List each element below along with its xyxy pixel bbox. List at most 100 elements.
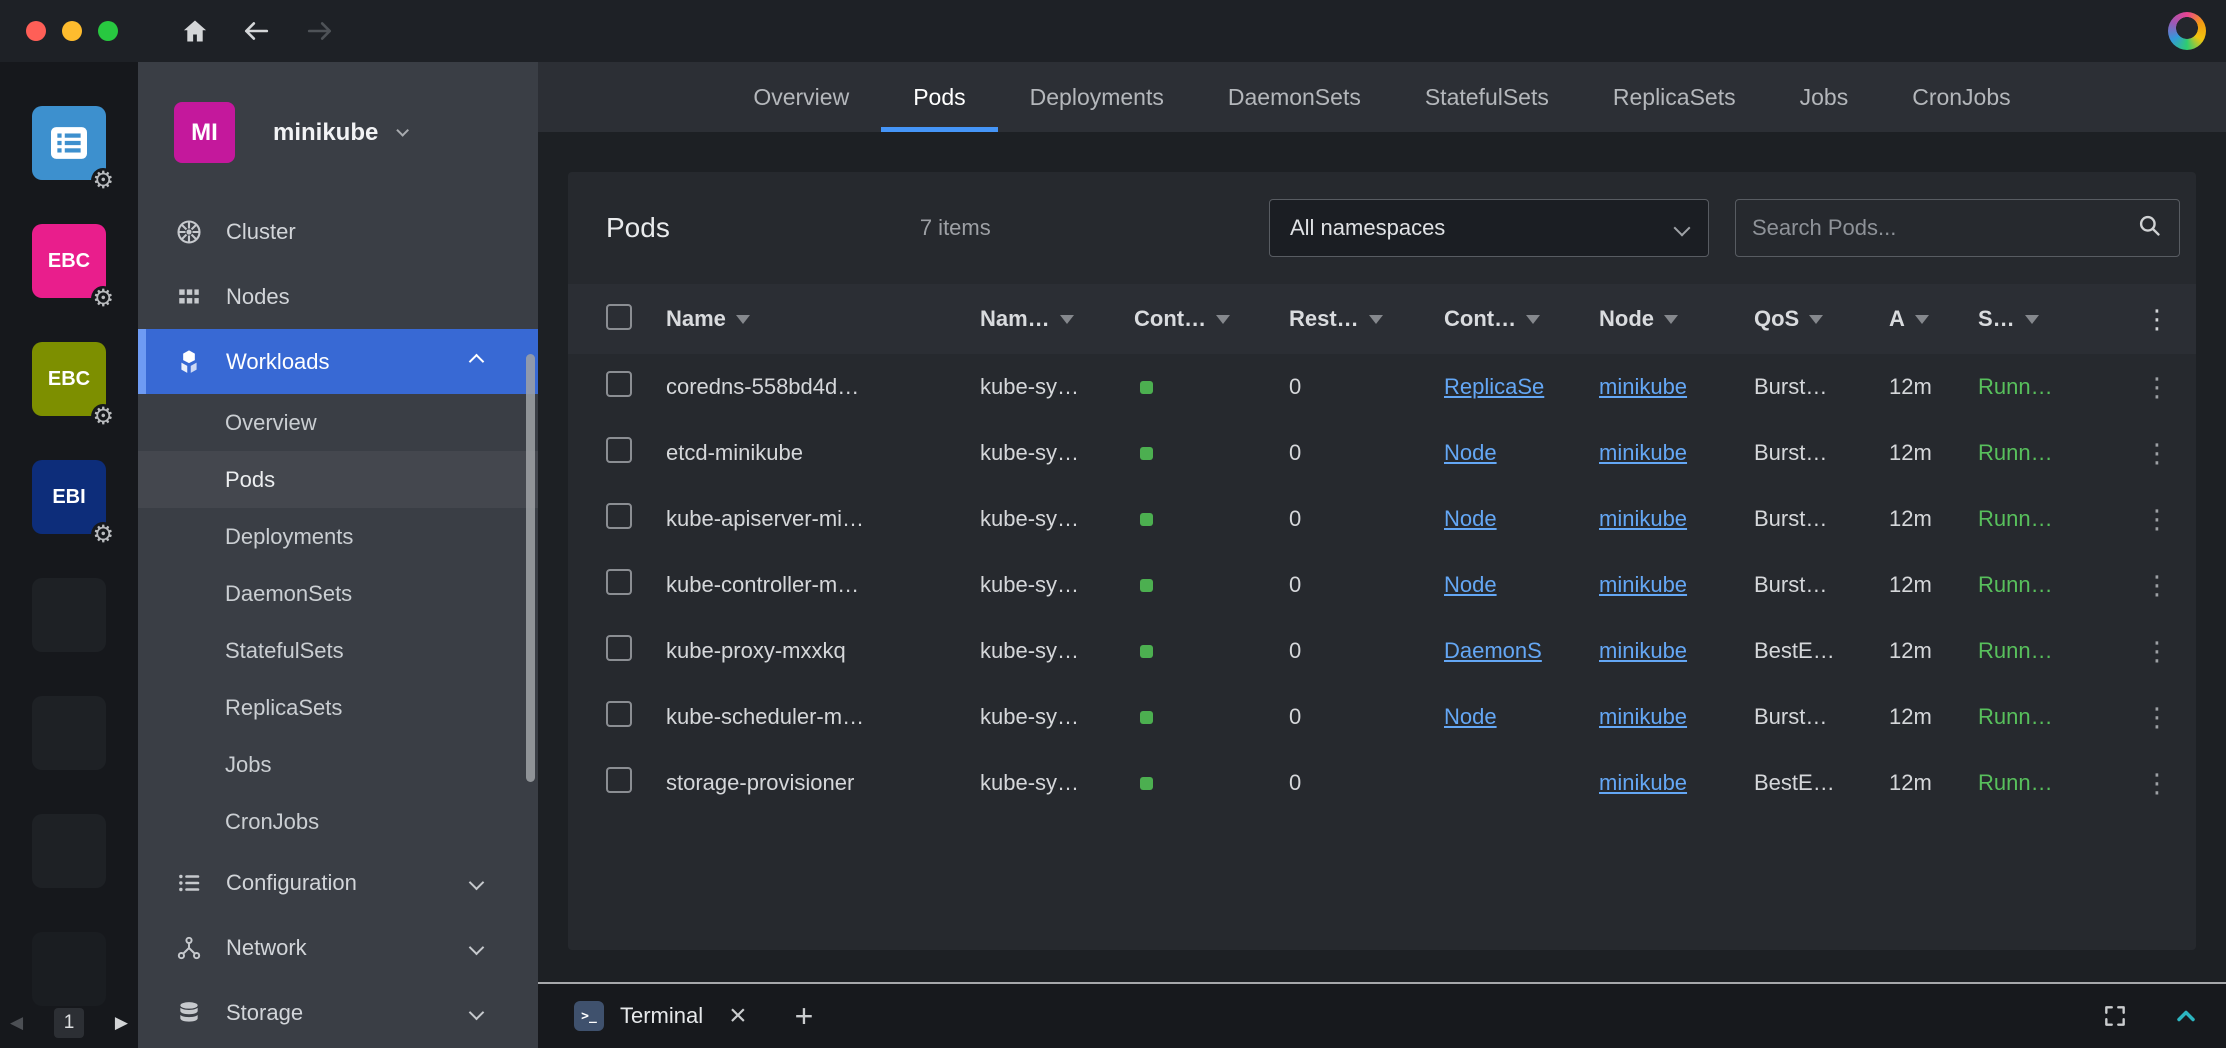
table-row[interactable]: kube-controller-m… kube-sy… 0 Node minik… xyxy=(568,552,2196,618)
sidebar-subitem[interactable]: Overview xyxy=(138,394,538,451)
close-icon[interactable]: × xyxy=(729,1001,747,1031)
page-next-icon[interactable]: ▶ xyxy=(115,1013,128,1033)
node-link[interactable]: minikube xyxy=(1599,704,1687,729)
sidebar-item-workloads[interactable]: Workloads xyxy=(138,329,538,394)
tab[interactable]: DaemonSets xyxy=(1196,62,1393,132)
chevron-down-icon[interactable] xyxy=(469,940,485,956)
sidebar-item-network[interactable]: Network xyxy=(138,915,538,980)
row-checkbox[interactable] xyxy=(606,437,632,463)
gear-icon[interactable]: ⚙ xyxy=(91,168,115,194)
user-avatar[interactable] xyxy=(2168,12,2206,50)
new-terminal-icon[interactable]: + xyxy=(795,1000,814,1032)
gear-icon[interactable]: ⚙ xyxy=(91,522,115,548)
tab[interactable]: Overview xyxy=(721,62,881,132)
column-header[interactable]: Node xyxy=(1599,306,1754,332)
close-window-button[interactable] xyxy=(26,21,46,41)
tab[interactable]: Jobs xyxy=(1768,62,1881,132)
home-icon[interactable] xyxy=(180,17,210,45)
node-link[interactable]: minikube xyxy=(1599,374,1687,399)
sidebar-subitem[interactable]: Pods xyxy=(138,451,538,508)
column-header[interactable]: Rest… xyxy=(1289,306,1444,332)
chevron-down-icon[interactable] xyxy=(469,875,485,891)
tab[interactable]: CronJobs xyxy=(1880,62,2042,132)
column-header[interactable]: A xyxy=(1889,306,1978,332)
table-row[interactable]: kube-scheduler-m… kube-sy… 0 Node miniku… xyxy=(568,684,2196,750)
minimize-window-button[interactable] xyxy=(62,21,82,41)
search-icon[interactable] xyxy=(2137,213,2163,244)
row-menu-icon[interactable]: ⋮ xyxy=(2136,438,2170,468)
pod-status: Runn… xyxy=(1978,704,2136,730)
node-link[interactable]: minikube xyxy=(1599,572,1687,597)
columns-menu-icon[interactable]: ⋮ xyxy=(2136,304,2170,334)
terminal-tab-label[interactable]: Terminal xyxy=(620,1003,703,1029)
sidebar-subitem[interactable]: Jobs xyxy=(138,736,538,793)
fullscreen-icon[interactable] xyxy=(2102,1003,2128,1029)
cluster-switcher[interactable]: MI minikube xyxy=(138,62,538,163)
row-checkbox[interactable] xyxy=(606,503,632,529)
controlled-by-link[interactable]: ReplicaSe xyxy=(1444,374,1544,399)
row-checkbox[interactable] xyxy=(606,635,632,661)
sidebar-subitem[interactable]: StatefulSets xyxy=(138,622,538,679)
table-row[interactable]: storage-provisioner kube-sy… 0 minikube … xyxy=(568,750,2196,816)
column-header[interactable]: Cont… xyxy=(1134,306,1289,332)
namespace-filter-select[interactable]: All namespaces xyxy=(1269,199,1709,257)
cluster-rail-item[interactable]: EBC ⚙ xyxy=(32,224,106,298)
controlled-by-link[interactable]: Node xyxy=(1444,506,1497,531)
column-header[interactable]: QoS xyxy=(1754,306,1889,332)
table-row[interactable]: kube-apiserver-mi… kube-sy… 0 Node minik… xyxy=(568,486,2196,552)
sidebar-scrollbar[interactable] xyxy=(526,354,535,782)
node-link[interactable]: minikube xyxy=(1599,440,1687,465)
tab[interactable]: Pods xyxy=(881,62,997,132)
controlled-by-link[interactable]: DaemonS xyxy=(1444,638,1542,663)
controlled-by-link[interactable]: Node xyxy=(1444,440,1497,465)
row-checkbox[interactable] xyxy=(606,701,632,727)
row-menu-icon[interactable]: ⋮ xyxy=(2136,768,2170,798)
row-menu-icon[interactable]: ⋮ xyxy=(2136,636,2170,666)
tab[interactable]: Deployments xyxy=(998,62,1196,132)
sidebar-subitem[interactable]: Deployments xyxy=(138,508,538,565)
row-menu-icon[interactable]: ⋮ xyxy=(2136,504,2170,534)
node-link[interactable]: minikube xyxy=(1599,506,1687,531)
back-arrow-icon[interactable] xyxy=(240,18,272,44)
select-all-checkbox[interactable] xyxy=(606,304,632,330)
sidebar-subitem[interactable]: DaemonSets xyxy=(138,565,538,622)
row-menu-icon[interactable]: ⋮ xyxy=(2136,702,2170,732)
node-link[interactable]: minikube xyxy=(1599,770,1687,795)
column-header[interactable]: Name xyxy=(666,306,980,332)
node-link[interactable]: minikube xyxy=(1599,638,1687,663)
column-header[interactable]: Nam… xyxy=(980,306,1134,332)
chevron-up-icon[interactable] xyxy=(469,354,485,370)
column-header[interactable]: Cont… xyxy=(1444,306,1599,332)
tab[interactable]: StatefulSets xyxy=(1393,62,1581,132)
sidebar-subitem[interactable]: ReplicaSets xyxy=(138,679,538,736)
forward-arrow-icon[interactable] xyxy=(304,18,336,44)
controlled-by-link[interactable]: Node xyxy=(1444,704,1497,729)
controlled-by-link[interactable]: Node xyxy=(1444,572,1497,597)
gear-icon[interactable]: ⚙ xyxy=(91,286,115,312)
catalog-button[interactable]: ⚙ xyxy=(32,106,106,180)
chevron-up-icon[interactable] xyxy=(2172,1002,2200,1030)
row-menu-icon[interactable]: ⋮ xyxy=(2136,372,2170,402)
gear-icon[interactable]: ⚙ xyxy=(91,404,115,430)
sidebar-item-cluster[interactable]: Cluster xyxy=(138,199,538,264)
row-checkbox[interactable] xyxy=(606,569,632,595)
search-input[interactable] xyxy=(1752,215,2137,241)
cluster-rail-item[interactable]: EBI ⚙ xyxy=(32,460,106,534)
sidebar-item-configuration[interactable]: Configuration xyxy=(138,850,538,915)
column-header[interactable]: S… xyxy=(1978,306,2136,332)
sidebar-item-nodes[interactable]: Nodes xyxy=(138,264,538,329)
maximize-window-button[interactable] xyxy=(98,21,118,41)
table-row[interactable]: coredns-558bd4d… kube-sy… 0 ReplicaSe mi… xyxy=(568,354,2196,420)
cluster-rail-item[interactable]: EBC ⚙ xyxy=(32,342,106,416)
sidebar-item-storage[interactable]: Storage xyxy=(138,980,538,1045)
page-prev-icon[interactable]: ◀ xyxy=(10,1013,23,1033)
table-row[interactable]: etcd-minikube kube-sy… 0 Node minikube B… xyxy=(568,420,2196,486)
row-checkbox[interactable] xyxy=(606,371,632,397)
row-menu-icon[interactable]: ⋮ xyxy=(2136,570,2170,600)
cluster-name: minikube xyxy=(273,119,378,147)
chevron-down-icon[interactable] xyxy=(469,1005,485,1021)
sidebar-subitem[interactable]: CronJobs xyxy=(138,793,538,850)
tab[interactable]: ReplicaSets xyxy=(1581,62,1768,132)
row-checkbox[interactable] xyxy=(606,767,632,793)
table-row[interactable]: kube-proxy-mxxkq kube-sy… 0 DaemonS mini… xyxy=(568,618,2196,684)
